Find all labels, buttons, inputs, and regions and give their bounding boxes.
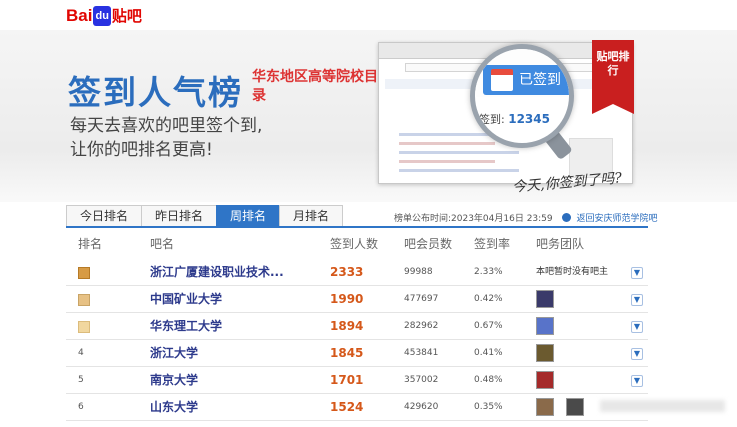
logo-tieba: 贴吧	[111, 8, 142, 25]
sign-count-cell: 1990	[330, 292, 364, 306]
members-cell: 357002	[404, 375, 439, 385]
rate-cell: 0.41%	[474, 348, 503, 358]
avatar[interactable]	[536, 398, 554, 416]
chevron-down-icon[interactable]: ▼	[631, 321, 643, 333]
rank-cell: 4	[78, 348, 84, 358]
banner-subtitle: 华东地区高等院校目录	[252, 69, 378, 104]
ranking-tabs: 今日排名 昨日排名 周排名 月排名	[66, 205, 344, 227]
rank-cell: 6	[78, 402, 84, 412]
expand-cell: ▼	[631, 259, 643, 286]
expand-cell: ▼	[631, 313, 643, 340]
rank-cell: 5	[78, 375, 84, 385]
bar-name-link[interactable]: 华东理工大学	[150, 313, 222, 340]
sign-count-cell: 1845	[330, 346, 364, 360]
header-members: 吧会员数	[404, 237, 453, 251]
chevron-down-icon[interactable]: ▼	[631, 375, 643, 387]
tab-week[interactable]: 周排名	[216, 205, 281, 227]
signed-label: 已签到	[519, 72, 561, 88]
avatar[interactable]	[536, 317, 554, 335]
baidu-tieba-logo[interactable]: Bai du 贴吧	[66, 6, 142, 28]
sign-count-cell: 1894	[330, 319, 364, 333]
slogan-line-1: 每天去喜欢的吧里签个到,	[70, 116, 263, 136]
sign-count-label: 签到:	[479, 113, 505, 126]
members-cell: 99988	[404, 267, 433, 277]
sign-count-cell: 1701	[330, 373, 364, 387]
expand-cell: ▼	[631, 340, 643, 367]
sign-count-value: 12345	[508, 112, 550, 126]
team-cell: 本吧暂时没有吧主	[536, 267, 609, 277]
gold-medal-icon	[78, 267, 90, 279]
bronze-medal-icon	[78, 321, 90, 333]
logo-du: du	[93, 6, 111, 26]
team-cell	[536, 286, 566, 313]
bar-name-link[interactable]: 山东大学	[150, 394, 198, 421]
rank-cell	[78, 286, 90, 313]
team-cell	[536, 394, 596, 421]
header-rate: 签到率	[474, 237, 511, 251]
rate-cell: 2.33%	[474, 267, 503, 277]
header-rank: 排名	[78, 237, 103, 251]
rate-cell: 0.48%	[474, 375, 503, 385]
avatar[interactable]	[536, 344, 554, 362]
tab-yesterday[interactable]: 昨日排名	[141, 205, 218, 227]
logo-bai: Bai	[66, 6, 93, 25]
table-row: 中国矿业大学 1990 477697 0.42% ▼	[66, 286, 648, 313]
members-cell: 429620	[404, 402, 439, 412]
rate-cell: 0.35%	[474, 402, 503, 412]
page-title: 签到人气榜	[68, 73, 243, 112]
rank-cell	[78, 259, 90, 286]
tab-underline	[66, 226, 648, 228]
members-cell: 453841	[404, 348, 439, 358]
table-row: 5 南京大学 1701 357002 0.48% ▼	[66, 367, 648, 394]
tab-today[interactable]: 今日排名	[66, 205, 143, 227]
silver-medal-icon	[78, 294, 90, 306]
avatar[interactable]	[536, 290, 554, 308]
team-cell	[536, 340, 566, 367]
ranking-ribbon-badge: 贴吧排行	[592, 40, 634, 114]
bar-name-link[interactable]: 中国矿业大学	[150, 286, 222, 313]
table-row: 6 山东大学 1524 429620 0.35%	[66, 394, 648, 421]
publish-notice: 榜单公布时间:2023年04月16日 23:59 返回安庆师范学院吧	[394, 211, 658, 224]
sign-count: 签到: 12345	[479, 111, 550, 127]
header-team: 吧务团队	[536, 237, 585, 251]
sign-count-cell: 1524	[330, 400, 364, 414]
header-sign: 签到人数	[330, 237, 379, 251]
avatar[interactable]	[566, 398, 584, 416]
team-cell	[536, 367, 566, 394]
team-cell	[536, 313, 566, 340]
members-cell: 282962	[404, 321, 439, 331]
bar-name-link[interactable]: 南京大学	[150, 367, 198, 394]
slogan-line-2: 让你的吧排名更高!	[70, 140, 213, 160]
tab-month[interactable]: 月排名	[279, 205, 344, 227]
top-bar: Bai du 贴吧	[0, 0, 737, 30]
blurred-watermark	[600, 400, 725, 412]
sign-count-cell: 2333	[330, 265, 364, 279]
table-row: 华东理工大学 1894 282962 0.67% ▼	[66, 313, 648, 340]
avatar[interactable]	[536, 371, 554, 389]
banner-slogan: 每天去喜欢的吧里签个到, 让你的吧排名更高!	[70, 114, 262, 162]
header-name: 吧名	[150, 237, 175, 251]
back-arrow-icon	[561, 213, 571, 222]
chevron-down-icon[interactable]: ▼	[631, 267, 643, 279]
banner: 签到人气榜 华东地区高等院校目录 每天去喜欢的吧里签个到, 让你的吧排名更高! …	[0, 30, 737, 202]
signed-button: 已签到	[483, 65, 569, 95]
calendar-icon	[491, 69, 513, 91]
rate-cell: 0.42%	[474, 294, 503, 304]
bar-name-link[interactable]: 浙江大学	[150, 340, 198, 367]
expand-cell: ▼	[631, 286, 643, 313]
bar-name-link[interactable]: 浙江广厦建设职业技术...	[150, 259, 284, 286]
rate-cell: 0.67%	[474, 321, 503, 331]
chevron-down-icon[interactable]: ▼	[631, 348, 643, 360]
chevron-down-icon[interactable]: ▼	[631, 294, 643, 306]
table-header: 排名 吧名 签到人数 吧会员数 签到率 吧务团队	[66, 232, 648, 256]
back-to-bar-link[interactable]: 返回安庆师范学院吧	[577, 214, 658, 224]
expand-cell: ▼	[631, 367, 643, 394]
table-row: 4 浙江大学 1845 453841 0.41% ▼	[66, 340, 648, 367]
magnifier-lens: 已签到 签到: 12345	[470, 44, 574, 148]
members-cell: 477697	[404, 294, 439, 304]
table-row: 浙江广厦建设职业技术... 2333 99988 2.33% 本吧暂时没有吧主 …	[66, 259, 648, 286]
publish-time: 榜单公布时间:2023年04月16日 23:59	[394, 214, 553, 224]
rank-cell	[78, 313, 90, 340]
